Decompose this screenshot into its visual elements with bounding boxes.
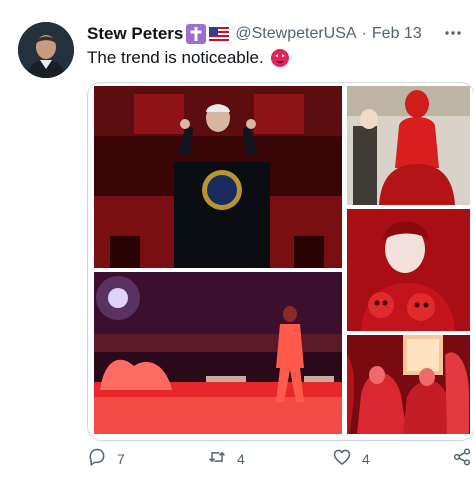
dishonest-face-emoji-icon	[270, 48, 290, 68]
avatar[interactable]	[18, 22, 74, 78]
author-handle[interactable]: @StewpeterUSA	[235, 25, 356, 43]
tweet-header: Stew Peters @StewpeterUSA · Feb 13	[87, 22, 464, 46]
photo-red-concert-stage[interactable]	[94, 272, 342, 434]
heart-icon	[332, 447, 352, 470]
reply-count: 7	[117, 450, 125, 467]
retweet-icon	[207, 447, 227, 470]
author-name[interactable]: Stew Peters	[87, 24, 183, 44]
photo-red-speech[interactable]	[94, 86, 342, 268]
like-button[interactable]: 4	[332, 447, 370, 470]
more-options-icon[interactable]	[444, 24, 462, 47]
tweet: Stew Peters @StewpeterUSA · Feb 13 The t…	[0, 0, 474, 485]
separator: ·	[361, 25, 367, 42]
like-count: 4	[362, 450, 370, 467]
share-button[interactable]	[452, 447, 472, 470]
tweet-text-row: The trend is noticeable.	[87, 48, 290, 68]
tweet-date[interactable]: Feb 13	[372, 25, 422, 43]
photo-red-model[interactable]	[347, 209, 470, 331]
share-icon	[452, 447, 472, 470]
retweet-count: 4	[237, 450, 245, 467]
retweet-button[interactable]: 4	[207, 447, 245, 470]
tweet-text: The trend is noticeable.	[87, 48, 264, 67]
cross-icon	[186, 24, 207, 44]
photo-red-gown[interactable]	[347, 86, 470, 205]
reply-button[interactable]: 7	[87, 447, 125, 470]
reply-icon	[87, 447, 107, 470]
photo-red-performance[interactable]	[347, 335, 470, 434]
media-grid	[87, 82, 474, 441]
us-flag-icon	[209, 27, 230, 41]
action-bar: 7 4 4	[87, 447, 472, 473]
